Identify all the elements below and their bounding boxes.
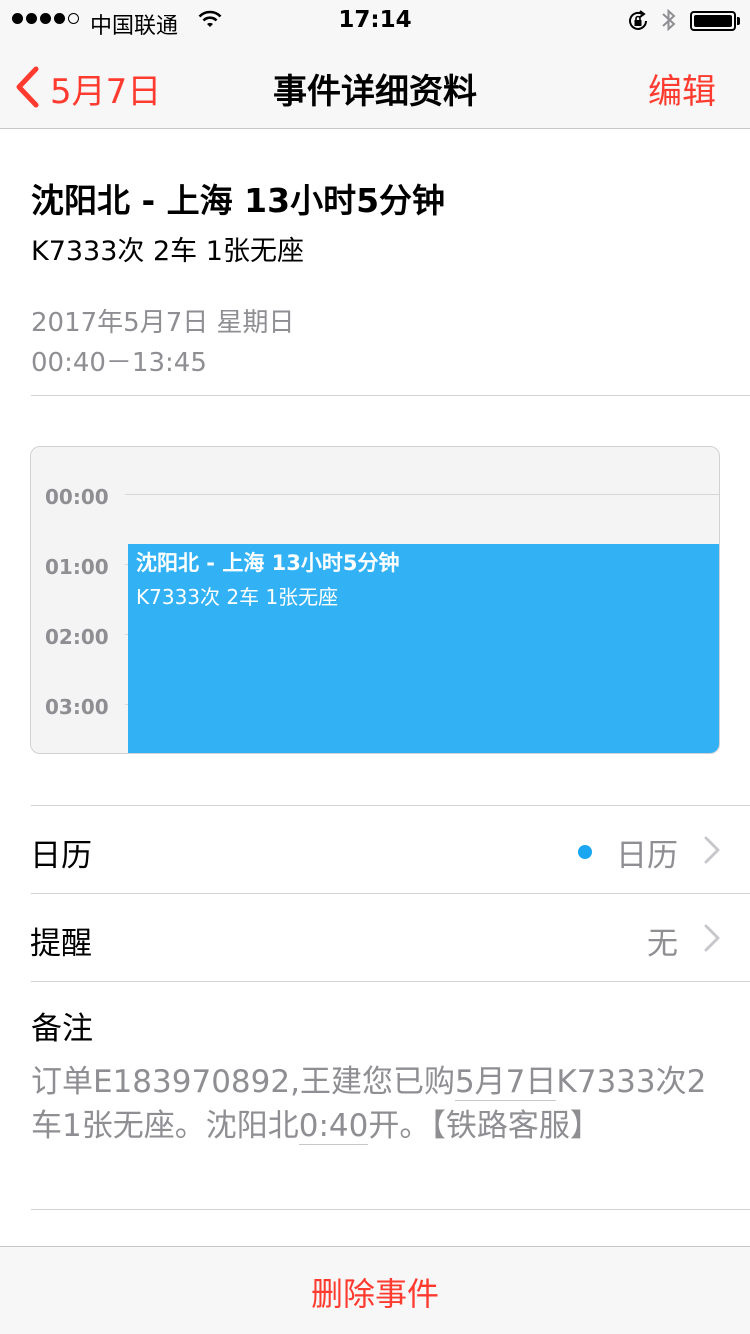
notes-date-link[interactable]: 5月7日 — [454, 1064, 557, 1101]
calendar-row-value: 日历 — [616, 838, 678, 874]
back-button-label: 5月7日 — [50, 72, 162, 112]
hour-label: 01:00 — [45, 555, 109, 579]
hour-line — [125, 494, 719, 495]
rotation-lock-icon — [626, 9, 650, 37]
notes-time-link[interactable]: 0:40 — [298, 1108, 369, 1145]
battery-level — [694, 15, 732, 27]
delete-event-button[interactable]: 删除事件 — [0, 1269, 750, 1315]
battery-tip — [737, 17, 740, 25]
notes-text: 订单E183970892,王建您已购5月7日K7333次2车1张无座。沈阳北0:… — [31, 1060, 711, 1148]
divider — [31, 981, 750, 982]
calendar-row[interactable]: 日历 日历 — [30, 806, 750, 894]
back-button[interactable]: 5月7日 — [14, 64, 161, 113]
status-bar: 中国联通 17:14 — [0, 0, 750, 40]
alert-row[interactable]: 提醒 无 — [30, 894, 750, 982]
bluetooth-icon — [660, 7, 678, 37]
bottom-toolbar: 删除事件 — [0, 1246, 750, 1334]
edit-button[interactable]: 编辑 — [648, 64, 716, 113]
calendar-row-label: 日历 — [30, 838, 92, 874]
calendar-color-dot — [578, 845, 592, 859]
day-preview[interactable]: 00:00 01:00 02:00 03:00 沈阳北 - 上海 13小时5分钟… — [30, 446, 720, 754]
notes-label: 备注 — [31, 1011, 93, 1047]
chevron-left-icon — [14, 66, 40, 112]
divider — [31, 395, 750, 396]
notes-text-part: 开。【铁路客服】 — [368, 1108, 601, 1144]
navigation-bar: 5月7日 事件详细资料 编辑 — [0, 40, 750, 129]
event-block[interactable]: 沈阳北 - 上海 13小时5分钟 K7333次 2车 1张无座 — [128, 544, 719, 753]
event-subtitle: K7333次 2车 1张无座 — [31, 236, 304, 267]
alert-row-value: 无 — [647, 926, 678, 962]
event-block-subtitle: K7333次 2车 1张无座 — [136, 585, 339, 609]
event-title: 沈阳北 - 上海 13小时5分钟 — [31, 181, 446, 220]
hour-label: 00:00 — [45, 485, 109, 509]
chevron-right-icon — [704, 836, 720, 868]
hour-label: 03:00 — [45, 695, 109, 719]
divider — [31, 1209, 750, 1210]
chevron-right-icon — [704, 924, 720, 956]
alert-row-label: 提醒 — [30, 926, 92, 962]
battery-icon — [690, 11, 736, 31]
event-block-title: 沈阳北 - 上海 13小时5分钟 — [136, 551, 400, 575]
event-date: 2017年5月7日 星期日 — [31, 308, 295, 338]
event-time-range: 00:40－13:45 — [31, 348, 207, 378]
hour-label: 02:00 — [45, 625, 109, 649]
notes-text-part: 订单E183970892,王建您已购 — [31, 1064, 455, 1100]
